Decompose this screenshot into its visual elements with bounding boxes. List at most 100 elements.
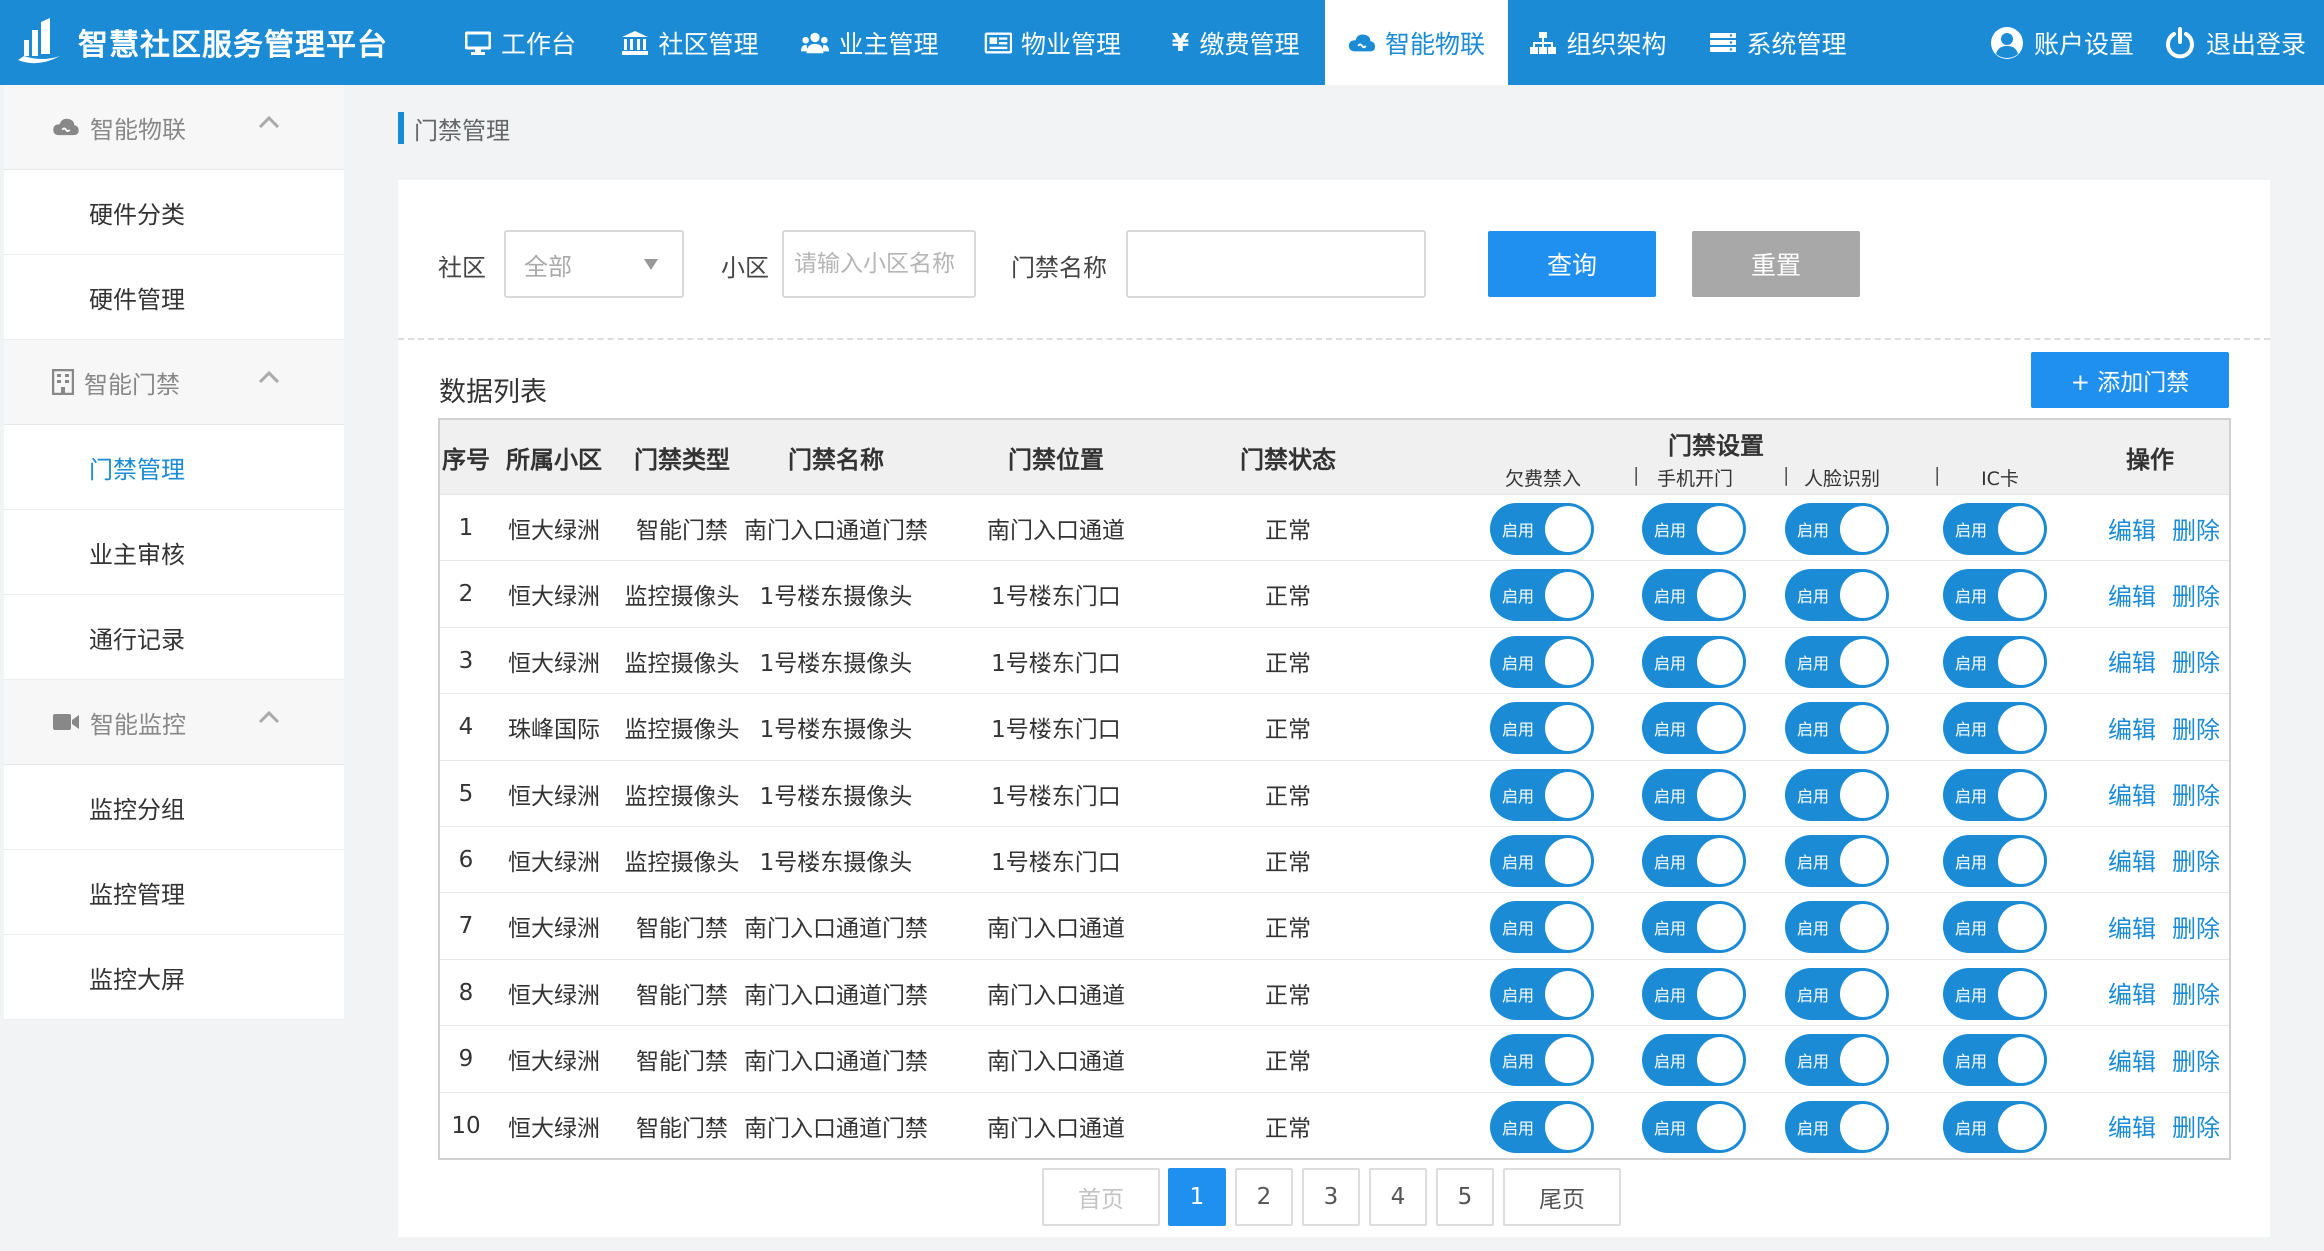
delete-link[interactable]: 删除 — [2172, 1093, 2220, 1159]
toggle-face-recognition[interactable]: 启用 — [1785, 1034, 1889, 1087]
delete-link[interactable]: 删除 — [2172, 495, 2220, 561]
edit-link[interactable]: 编辑 — [2108, 628, 2156, 694]
sidebar-group-smart-monitoring[interactable]: 智能监控 — [4, 680, 344, 765]
toggle-face-recognition[interactable]: 启用 — [1785, 901, 1889, 954]
sidebar-item-hardware-category[interactable]: 硬件分类 — [4, 170, 344, 255]
toggle-arrears-block[interactable]: 启用 — [1490, 1034, 1594, 1087]
toggle-phone-unlock[interactable]: 启用 — [1642, 1100, 1746, 1153]
toggle-ic-card[interactable]: 启用 — [1943, 635, 2047, 688]
delete-link[interactable]: 删除 — [2172, 893, 2220, 959]
estate-search-input[interactable] — [782, 230, 976, 298]
toggle-face-recognition[interactable]: 启用 — [1785, 635, 1889, 688]
toggle-face-recognition[interactable]: 启用 — [1785, 503, 1889, 555]
page-number-button[interactable]: 1 — [1168, 1168, 1226, 1226]
edit-link[interactable]: 编辑 — [2108, 893, 2156, 959]
toggle-ic-card[interactable]: 启用 — [1943, 901, 2047, 954]
toggle-phone-unlock[interactable]: 启用 — [1642, 768, 1746, 821]
sidebar-group-smart-gate[interactable]: 智能门禁 — [4, 340, 344, 425]
first-page-button[interactable]: 首页 — [1042, 1168, 1160, 1226]
page-number-button[interactable]: 2 — [1235, 1168, 1293, 1226]
nav-item-owners[interactable]: 业主管理 — [780, 0, 960, 85]
toggle-phone-unlock[interactable]: 启用 — [1642, 901, 1746, 954]
toggle-ic-card[interactable]: 启用 — [1943, 1100, 2047, 1153]
edit-link[interactable]: 编辑 — [2108, 561, 2156, 627]
toggle-arrears-block[interactable]: 启用 — [1490, 834, 1594, 887]
edit-link[interactable]: 编辑 — [2108, 761, 2156, 827]
edit-link[interactable]: 编辑 — [2108, 1093, 2156, 1159]
edit-link[interactable]: 编辑 — [2108, 694, 2156, 760]
toggle-phone-unlock[interactable]: 启用 — [1642, 503, 1746, 555]
toggle-phone-unlock[interactable]: 启用 — [1642, 967, 1746, 1020]
nav-item-iot[interactable]: 智能物联 — [1325, 0, 1508, 85]
toggle-phone-unlock[interactable]: 启用 — [1642, 1034, 1746, 1087]
toggle-phone-unlock[interactable]: 启用 — [1642, 702, 1746, 755]
toggle-arrears-block[interactable]: 启用 — [1490, 1100, 1594, 1153]
toggle-face-recognition[interactable]: 启用 — [1785, 967, 1889, 1020]
page-number-button[interactable]: 4 — [1369, 1168, 1427, 1226]
edit-link[interactable]: 编辑 — [2108, 495, 2156, 561]
delete-link[interactable]: 删除 — [2172, 761, 2220, 827]
table-row: 1 恒大绿洲 智能门禁 南门入口通道门禁 南门入口通道 正常 启用 启用 启用 启用 编辑 删除 — [440, 494, 2229, 560]
toggle-face-recognition[interactable]: 启用 — [1785, 768, 1889, 821]
query-button[interactable]: 查询 — [1488, 231, 1656, 297]
toggle-ic-card[interactable]: 启用 — [1943, 503, 2047, 555]
toggle-label: 启用 — [1955, 985, 1988, 1005]
toggle-arrears-block[interactable]: 启用 — [1490, 901, 1594, 954]
sidebar-item-owner-review[interactable]: 业主审核 — [4, 510, 344, 595]
page-number-button[interactable]: 3 — [1302, 1168, 1360, 1226]
nav-item-system[interactable]: 系统管理 — [1688, 0, 1868, 85]
delete-link[interactable]: 删除 — [2172, 694, 2220, 760]
gate-name-input[interactable] — [1126, 230, 1426, 298]
logout-button[interactable]: 退出登录 — [2164, 25, 2306, 61]
header-name: 门禁名称 — [788, 445, 884, 474]
toggle-arrears-block[interactable]: 启用 — [1490, 635, 1594, 688]
toggle-face-recognition[interactable]: 启用 — [1785, 1100, 1889, 1153]
add-gate-button[interactable]: + 添加门禁 — [2031, 352, 2229, 408]
delete-link[interactable]: 删除 — [2172, 827, 2220, 893]
delete-link[interactable]: 删除 — [2172, 561, 2220, 627]
toggle-ic-card[interactable]: 启用 — [1943, 768, 2047, 821]
sidebar-item-hardware-management[interactable]: 硬件管理 — [4, 255, 344, 340]
sidebar-item-gate-management[interactable]: 门禁管理 — [4, 425, 344, 510]
nav-item-workbench[interactable]: 工作台 — [440, 0, 600, 85]
toggle-ic-card[interactable]: 启用 — [1943, 569, 2047, 622]
delete-link[interactable]: 删除 — [2172, 1026, 2220, 1092]
nav-item-property[interactable]: 物业管理 — [960, 0, 1145, 85]
sidebar-group-iot[interactable]: 智能物联 — [4, 85, 344, 170]
edit-link[interactable]: 编辑 — [2108, 960, 2156, 1026]
nav-item-community[interactable]: 社区管理 — [600, 0, 780, 85]
sidebar-item-monitor-screen[interactable]: 监控大屏 — [4, 935, 344, 1020]
edit-link[interactable]: 编辑 — [2108, 827, 2156, 893]
server-icon — [1709, 29, 1737, 57]
toggle-ic-card[interactable]: 启用 — [1943, 834, 2047, 887]
toggle-phone-unlock[interactable]: 启用 — [1642, 635, 1746, 688]
edit-link[interactable]: 编辑 — [2108, 1026, 2156, 1092]
toggle-face-recognition[interactable]: 启用 — [1785, 834, 1889, 887]
account-settings-button[interactable]: 账户设置 — [1990, 25, 2134, 61]
nav-item-organization[interactable]: 组织架构 — [1508, 0, 1688, 85]
toggle-phone-unlock[interactable]: 启用 — [1642, 834, 1746, 887]
toggle-label: 启用 — [1654, 1052, 1687, 1072]
toggle-face-recognition[interactable]: 启用 — [1785, 702, 1889, 755]
delete-link[interactable]: 删除 — [2172, 628, 2220, 694]
toggle-arrears-block[interactable]: 启用 — [1490, 569, 1594, 622]
sidebar-item-monitor-group[interactable]: 监控分组 — [4, 765, 344, 850]
toggle-arrears-block[interactable]: 启用 — [1490, 702, 1594, 755]
nav-item-payment[interactable]: ¥ 缴费管理 — [1145, 0, 1325, 85]
user-actions: 账户设置 退出登录 — [1960, 0, 2306, 85]
toggle-arrears-block[interactable]: 启用 — [1490, 768, 1594, 821]
delete-link[interactable]: 删除 — [2172, 960, 2220, 1026]
toggle-arrears-block[interactable]: 启用 — [1490, 967, 1594, 1020]
toggle-face-recognition[interactable]: 启用 — [1785, 569, 1889, 622]
toggle-phone-unlock[interactable]: 启用 — [1642, 569, 1746, 622]
page-number-button[interactable]: 5 — [1436, 1168, 1494, 1226]
last-page-button[interactable]: 尾页 — [1503, 1168, 1621, 1226]
sidebar-item-monitor-management[interactable]: 监控管理 — [4, 850, 344, 935]
sidebar-item-access-records[interactable]: 通行记录 — [4, 595, 344, 680]
reset-button[interactable]: 重置 — [1692, 231, 1860, 297]
toggle-arrears-block[interactable]: 启用 — [1490, 503, 1594, 555]
toggle-ic-card[interactable]: 启用 — [1943, 967, 2047, 1020]
community-select[interactable]: 全部 — [504, 230, 684, 298]
toggle-ic-card[interactable]: 启用 — [1943, 702, 2047, 755]
toggle-ic-card[interactable]: 启用 — [1943, 1034, 2047, 1087]
